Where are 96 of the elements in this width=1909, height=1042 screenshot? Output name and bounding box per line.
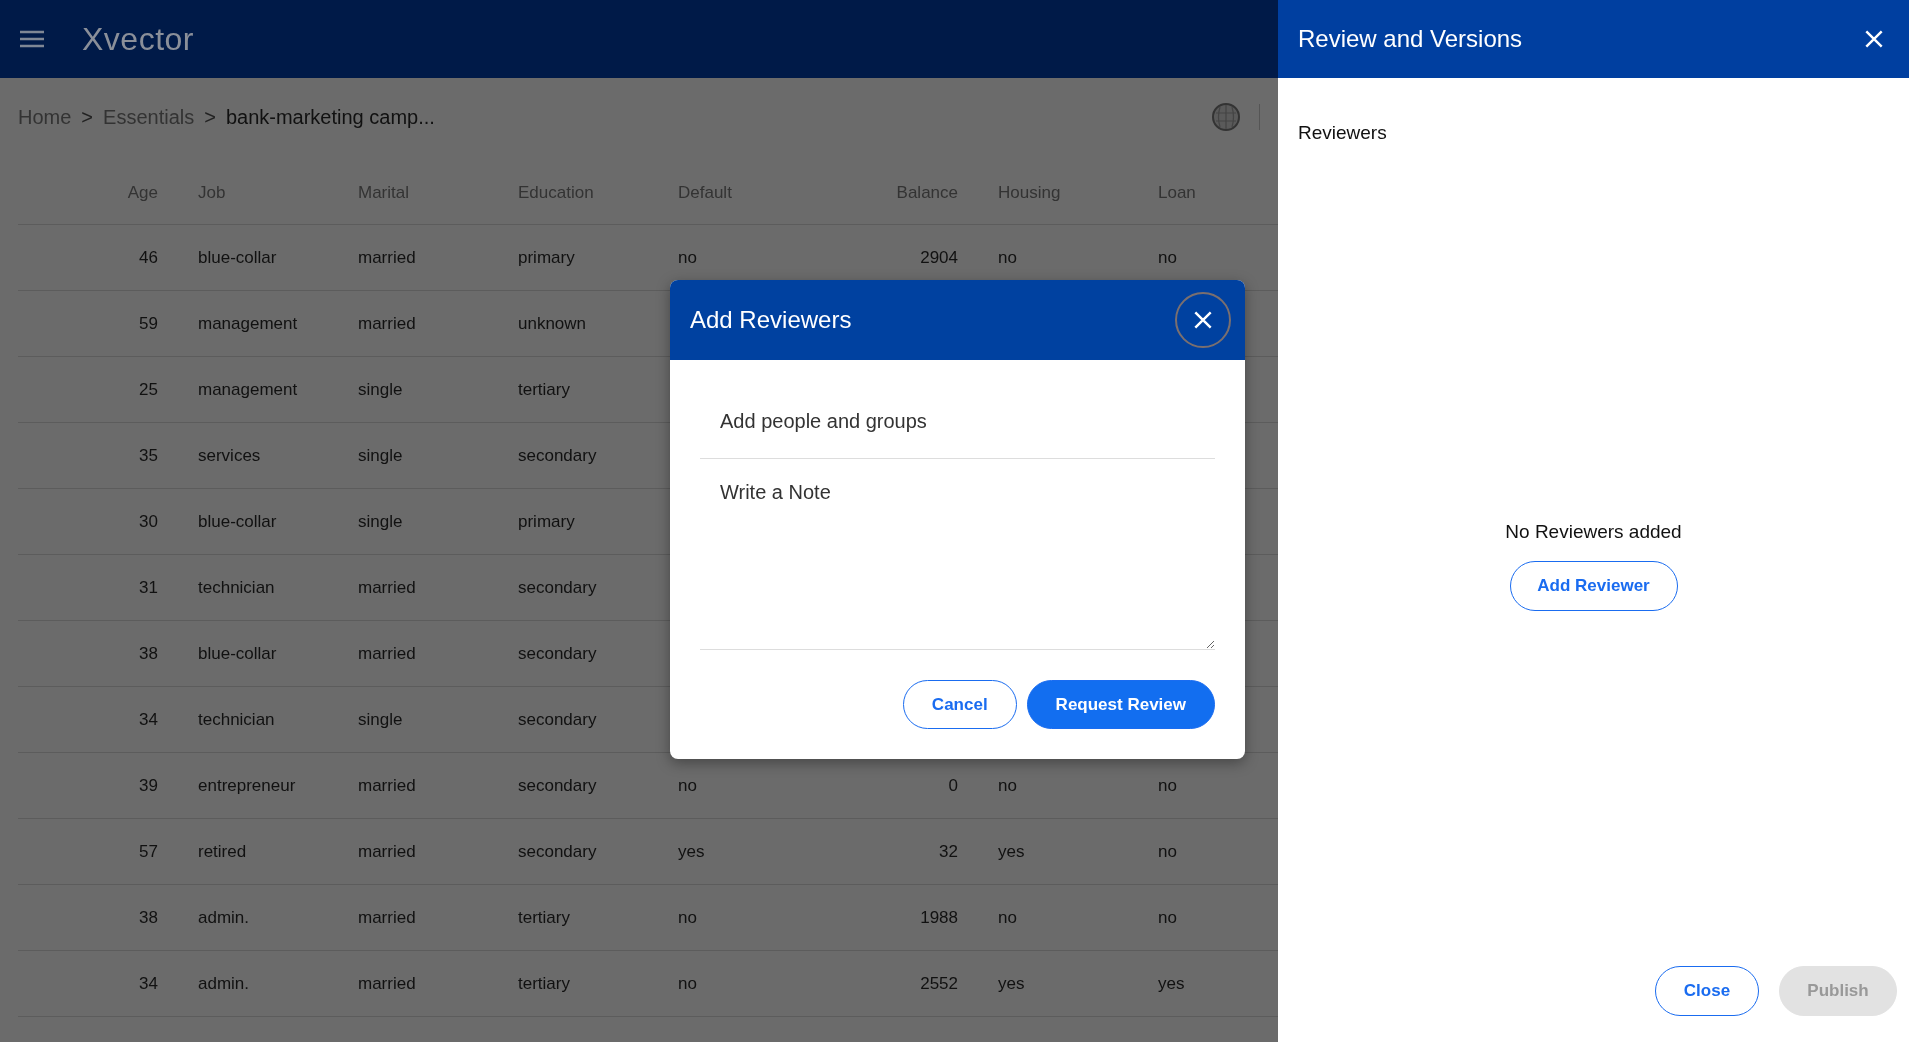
table-cell-text: 0 [947, 775, 958, 796]
table-cell-text: single [357, 709, 404, 730]
table-cell-text: 1988 [919, 907, 958, 928]
table-cell-text: tertiary [517, 379, 571, 400]
menu-icon[interactable] [20, 30, 44, 48]
table-cell-text: secondary [517, 775, 598, 796]
close-icon [1192, 309, 1214, 331]
table-cell-text: management [197, 313, 299, 334]
table-cell-text: 59 [138, 313, 158, 334]
table-cell-text: yes [997, 973, 1026, 994]
table-cell-text: 34 [138, 973, 158, 994]
table-cell-text: blue-collar [197, 643, 278, 664]
close-button[interactable]: Close [1655, 966, 1759, 1016]
breadcrumb-separator: > [204, 105, 216, 129]
table-cell-text: 35 [138, 445, 158, 466]
column-header[interactable]: Loan [1118, 183, 1278, 203]
table-cell-text: secondary [517, 445, 598, 466]
cancel-button[interactable]: Cancel [902, 680, 1017, 729]
table-cell-text: retired [197, 841, 248, 862]
column-header[interactable]: Age [18, 183, 158, 203]
table-cell-text: secondary [517, 643, 598, 664]
breadcrumb-item: bank-marketing camp... [225, 105, 435, 129]
table-cell-text: entrepreneur [197, 775, 297, 796]
table-cell-text: no [1157, 841, 1178, 862]
table-cell-text: no [677, 907, 698, 928]
table-cell-text: secondary [517, 577, 598, 598]
column-header[interactable]: Marital [318, 183, 478, 203]
table-cell-text: no [997, 907, 1018, 928]
close-button[interactable] [1175, 292, 1231, 348]
table-cell-text: married [357, 643, 417, 664]
empty-message: No Reviewers added [1505, 521, 1682, 543]
table-cell-text: no [1157, 775, 1178, 796]
close-button[interactable] [1863, 28, 1885, 50]
table-cell-text: married [357, 973, 417, 994]
section-heading: Reviewers [1297, 121, 1388, 144]
table-cell-text: admin. [197, 907, 251, 928]
globe-icon[interactable] [1211, 102, 1241, 132]
table-cell-text: admin. [197, 973, 251, 994]
table-cell-text: no [677, 247, 698, 268]
table-cell-text: married [357, 577, 417, 598]
table-cell-text: secondary [517, 709, 598, 730]
table-cell-text: 31 [138, 577, 158, 598]
table-cell-text: 25 [138, 379, 158, 400]
panel-title: Review and Versions [1298, 25, 1523, 53]
column-header[interactable]: Job [158, 183, 318, 203]
table-cell-text: single [357, 379, 404, 400]
table-cell-text: yes [997, 841, 1026, 862]
table-cell-text: 39 [138, 775, 158, 796]
column-header[interactable]: Housing [958, 183, 1118, 203]
table-cell-text: yes [677, 841, 706, 862]
column-header[interactable]: Default [638, 183, 798, 203]
table-cell-text: single [357, 445, 404, 466]
table-cell-text: secondary [517, 841, 598, 862]
breadcrumb-separator: > [81, 105, 94, 129]
table-cell-text: services [197, 445, 262, 466]
table-cell-text: no [997, 775, 1018, 796]
app-logo: Xvector [82, 20, 194, 58]
table-cell-text: no [677, 973, 698, 994]
table-cell-text: 46 [138, 247, 158, 268]
table-cell-text: 30 [138, 511, 158, 532]
table-cell-text: married [357, 775, 417, 796]
column-header[interactable]: Education [478, 183, 638, 203]
table-cell-text: no [1157, 247, 1178, 268]
table-cell-text: married [357, 313, 417, 334]
table-cell-text: 2904 [919, 247, 958, 268]
table-cell-text: no [1157, 907, 1178, 928]
table-cell-text: tertiary [517, 907, 571, 928]
table-cell-text: blue-collar [197, 247, 278, 268]
table-cell-text: unknown [517, 313, 588, 334]
table-cell-text: 2552 [919, 973, 958, 994]
table-cell-text: blue-collar [197, 511, 278, 532]
table-cell-text: single [357, 511, 404, 532]
table-cell-text: yes [1157, 973, 1186, 994]
table-cell-text: technician [197, 577, 276, 598]
table-cell-text: 38 [138, 907, 158, 928]
breadcrumb-item[interactable]: Home [18, 105, 72, 129]
breadcrumb-item[interactable]: Essentials [103, 105, 195, 129]
table-cell-text: tertiary [517, 973, 571, 994]
dialog-title: Add Reviewers [690, 306, 852, 334]
table-cell-text: no [997, 247, 1018, 268]
table-cell-text: primary [517, 511, 576, 532]
table-cell-text: married [357, 247, 417, 268]
table-cell-text: management [197, 379, 299, 400]
table-cell-text: married [357, 841, 417, 862]
table-cell-text: 34 [138, 709, 158, 730]
table-cell-text: primary [517, 247, 576, 268]
request-review-button[interactable]: Request Review [1026, 680, 1215, 729]
table-cell-text: 32 [938, 841, 958, 862]
table-cell-text: no [677, 775, 698, 796]
table-cell-text: married [357, 907, 417, 928]
close-icon [1863, 28, 1885, 50]
column-header[interactable]: Balance [798, 183, 958, 203]
table-cell-text: 38 [138, 643, 158, 664]
table-cell-text: 57 [138, 841, 158, 862]
add-reviewer-button[interactable]: Add Reviewer [1509, 561, 1678, 611]
table-cell-text: technician [197, 709, 276, 730]
